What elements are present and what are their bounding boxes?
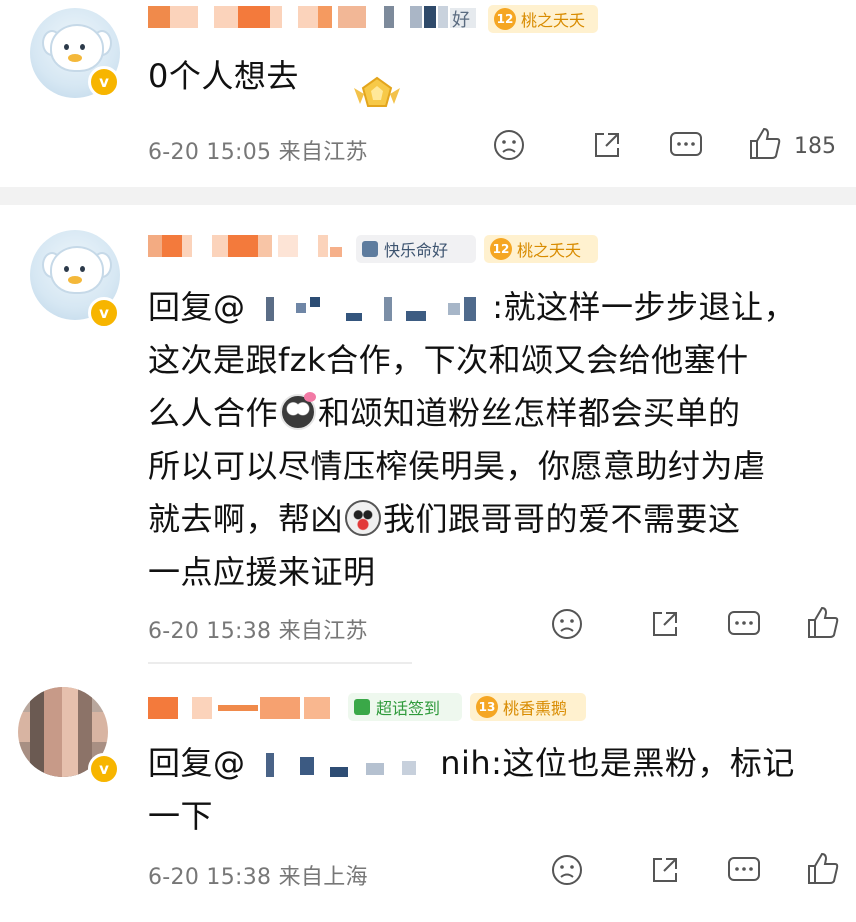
username-blurred[interactable]: [148, 235, 348, 257]
gold-medal-sticker-icon: [350, 74, 404, 114]
text-line-1: 回复@ :就这样一步步退让，: [148, 288, 796, 326]
comment-text: 0个人想去: [148, 57, 299, 95]
username-blurred[interactable]: [148, 697, 338, 719]
fan-level-tag[interactable]: 13 桃香熏鹅: [470, 693, 586, 721]
timestamp: 6-20 15:38 来自上海: [148, 865, 368, 890]
sad-face-icon[interactable]: [550, 607, 584, 641]
thin-divider: [148, 662, 412, 664]
verified-badge-icon: v: [88, 66, 120, 98]
timestamp: 6-20 15:05 来自江苏: [148, 140, 368, 165]
text-line-2: 一下: [148, 797, 214, 835]
share-icon[interactable]: [590, 128, 624, 162]
like-count: 185: [794, 134, 836, 159]
comment-text: 回复@ nih:这位也是黑粉，标记 一下: [148, 737, 838, 843]
custom-badge-tag[interactable]: 快乐命好: [356, 235, 476, 263]
text-line-5: 就去啊，帮凶 我们跟哥哥的爱不需要这: [148, 500, 741, 538]
checkin-badge-tag[interactable]: 超话签到: [348, 693, 462, 721]
thumbs-up-icon[interactable]: [806, 851, 840, 887]
comment-2: v 快乐命好 12 桃之夭夭 回复@:就这样一步步退让， 这次是跟fzk合作，…: [0, 205, 856, 665]
comment-3: v 超话签到 13 桃香熏鹅 回复@ nih:这位也是黑粉，标记 一下 6-20…: [0, 675, 856, 922]
text-line-1: 回复@ nih:这位也是黑粉，标记: [148, 744, 795, 782]
verified-badge-icon: v: [88, 297, 120, 329]
timestamp: 6-20 15:38 来自江苏: [148, 619, 368, 644]
thumbs-up-icon[interactable]: [806, 605, 840, 641]
mention-username-blurred[interactable]: [256, 753, 440, 777]
divider: [0, 187, 856, 205]
username-fragment: 好: [452, 10, 470, 31]
sad-face-icon[interactable]: [492, 128, 526, 162]
text-line-2: 这次是跟fzk合作，下次和颂又会给他塞什: [148, 341, 749, 379]
fan-level-tag[interactable]: 12 桃之夭夭: [488, 5, 598, 33]
thumbs-up-icon[interactable]: [748, 126, 782, 162]
angry-dog-emoji-icon: [345, 500, 382, 536]
mention-link[interactable]: @: [213, 744, 440, 782]
share-icon[interactable]: [648, 853, 682, 887]
text-line-4: 所以可以尽情压榨侯明昊，你愿意助纣为虐: [148, 447, 766, 485]
text-line-6: 一点应援来证明: [148, 553, 376, 591]
fan-level-tag[interactable]: 12 桃之夭夭: [484, 235, 598, 263]
text-line-3: 么人合作 和颂知道粉丝怎样都会买单的: [148, 392, 741, 432]
mention-username-blurred[interactable]: [256, 297, 492, 321]
mention-link[interactable]: @: [213, 288, 492, 326]
comment-1: v 好 12 桃之夭夭 0个人想去 6-20 15:05 来自江苏 185: [0, 0, 856, 185]
username-blurred[interactable]: [148, 6, 478, 28]
comment-bubble-icon[interactable]: [726, 607, 762, 641]
verified-badge-icon: v: [88, 753, 120, 785]
sad-face-icon[interactable]: [550, 853, 584, 887]
share-icon[interactable]: [648, 607, 682, 641]
comment-text: 回复@ :就这样一步步退让， 这次是跟fzk合作，下次和颂又会给他塞什 么人合作…: [148, 281, 838, 599]
comment-bubble-icon[interactable]: [726, 853, 762, 887]
dog-face-emoji-icon: [280, 392, 317, 430]
comment-bubble-icon[interactable]: [668, 128, 704, 162]
